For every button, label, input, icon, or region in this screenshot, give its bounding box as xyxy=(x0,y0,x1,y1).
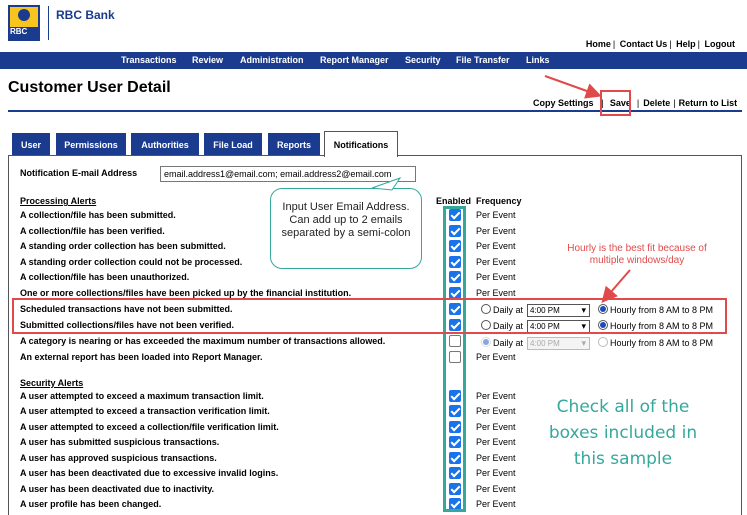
save-arrow xyxy=(544,75,602,99)
callout-tail xyxy=(371,177,402,191)
annotation-arrows xyxy=(371,75,631,304)
hourly-arrow xyxy=(601,269,631,304)
